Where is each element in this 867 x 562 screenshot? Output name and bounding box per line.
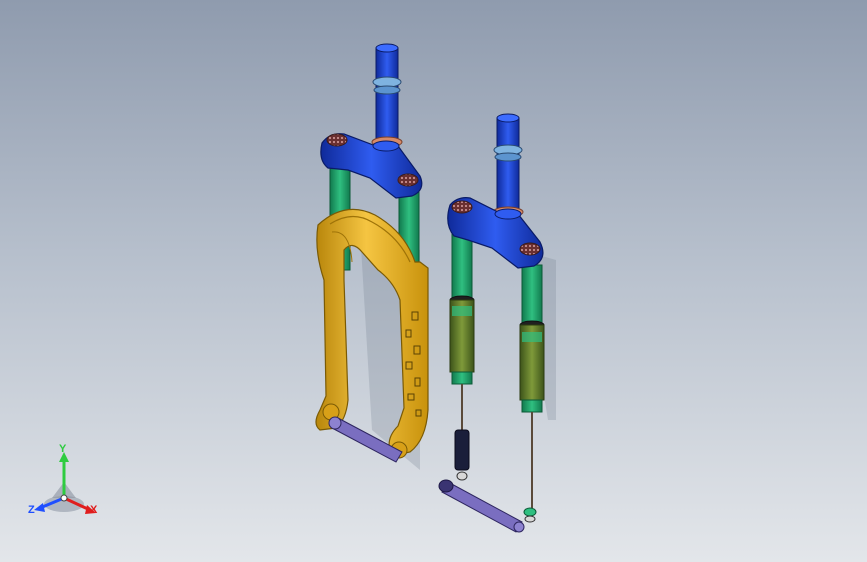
y-axis-label: Y [59,443,67,455]
right-damper-cartridge-a[interactable] [449,295,475,481]
cad-graphics-area[interactable]: Y X Z [0,0,867,562]
x-axis-label: X [90,504,98,516]
z-axis-label: Z [28,504,35,516]
right-fork-assembly[interactable] [438,113,556,533]
orientation-triad[interactable]: Y X Z [24,443,108,526]
right-damper-cartridge-b[interactable] [519,320,545,523]
right-through-axle[interactable] [438,479,525,533]
left-steerer-tube[interactable] [371,43,403,148]
assembly-model[interactable] [0,0,867,562]
right-steerer-tube[interactable] [492,113,524,218]
left-fork-assembly[interactable] [315,43,429,470]
